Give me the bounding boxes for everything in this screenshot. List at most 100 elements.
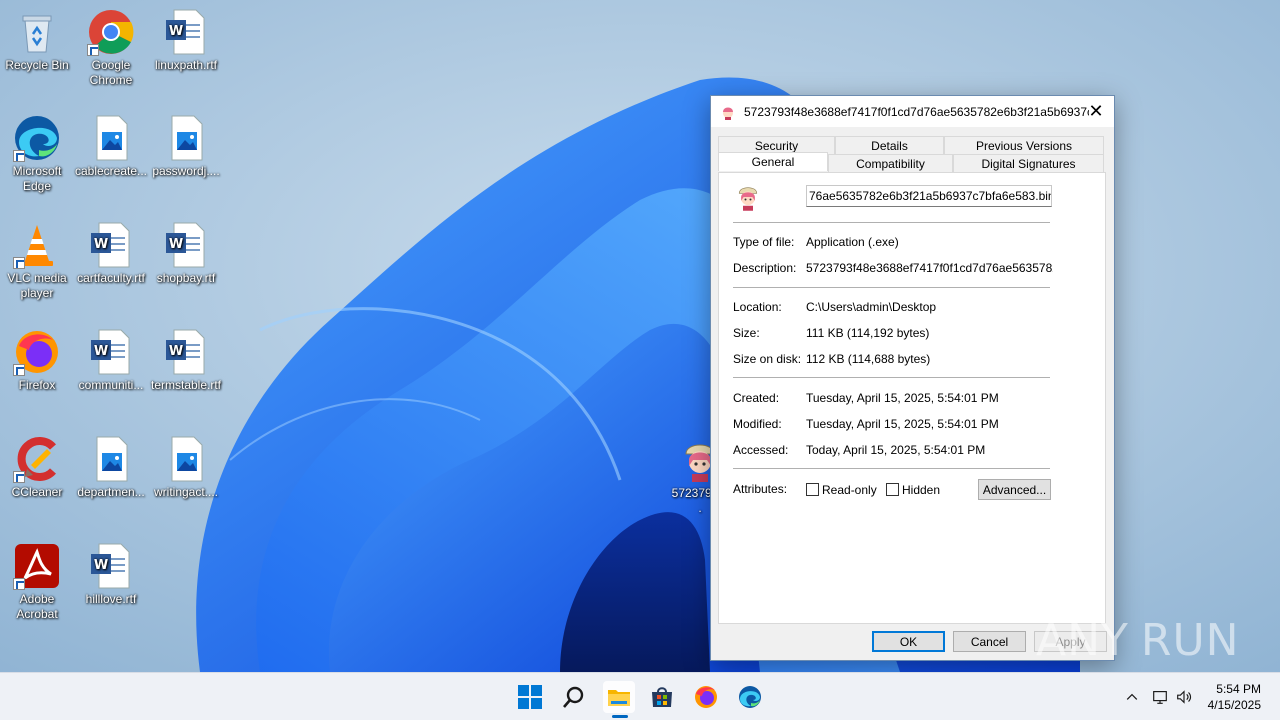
advanced-button[interactable]: Advanced... <box>978 479 1051 500</box>
filename-input[interactable]: 76ae5635782e6b3f21a5b6937c7bfa6e583.bin.… <box>806 185 1052 207</box>
word-document-icon: W <box>162 328 210 376</box>
file-explorer-button[interactable] <box>603 681 635 713</box>
search-icon <box>563 686 584 708</box>
word-document-icon: W <box>87 328 135 376</box>
desktop-icon-departmen[interactable]: departmen... <box>73 435 149 500</box>
watermark-text-left: ANY <box>1036 614 1129 666</box>
modified-label: Modified: <box>733 417 782 431</box>
desktop-icon-linuxpath[interactable]: W linuxpath.rtf <box>148 8 224 73</box>
svg-text:W: W <box>94 237 108 252</box>
desktop-icon-passwordj[interactable]: passwordj.... <box>148 114 224 179</box>
desktop-icon-label: VLC media player <box>7 271 67 300</box>
desktop-icon-recycle-bin[interactable]: Recycle Bin <box>0 8 75 73</box>
desktop-icon-label: cartfaculty.rtf <box>77 271 145 285</box>
description-value: 5723793f48e3688ef7417f0f1cd7d76ae5635782… <box>806 261 1053 275</box>
accessed-label: Accessed: <box>733 443 789 457</box>
close-icon: ✕ <box>1088 101 1104 121</box>
accessed-value: Today, April 15, 2025, 5:54:01 PM <box>806 443 986 457</box>
tab-general[interactable]: General <box>718 152 828 171</box>
firefox-button[interactable] <box>690 681 722 713</box>
edge-icon <box>13 114 61 162</box>
general-tab-panel: 76ae5635782e6b3f21a5b6937c7bfa6e583.bin.… <box>718 172 1106 624</box>
show-hidden-icons-button[interactable] <box>1122 687 1142 707</box>
start-icon <box>518 685 542 709</box>
desktop-icon-label: termstable.rtf <box>150 378 222 392</box>
ccleaner-icon <box>13 435 61 483</box>
readonly-label: Read-only <box>822 483 877 497</box>
created-label: Created: <box>733 391 780 405</box>
network-icon <box>1153 691 1167 704</box>
watermark-text-right: RUN <box>1140 614 1240 666</box>
type-of-file-value: Application (.exe) <box>806 235 899 249</box>
shortcut-arrow-icon <box>13 257 25 269</box>
svg-text:W: W <box>94 344 108 359</box>
desktop-icon-cartfaculty[interactable]: W cartfaculty.rtf <box>73 221 149 286</box>
start-button[interactable] <box>514 681 546 713</box>
size-label: Size: <box>733 326 760 340</box>
attributes-label: Attributes: <box>733 482 788 496</box>
desktop-icon-label: departmen... <box>77 485 145 499</box>
file-type-icon <box>738 187 758 211</box>
desktop-icon-microsoft-edge[interactable]: Microsoft Edge <box>0 114 75 194</box>
image-file-icon <box>87 114 135 162</box>
tab-row-bottom: General Compatibility Digital Signatures <box>718 152 1104 172</box>
desktop-icon-label: passwordj.... <box>152 164 220 178</box>
tab-previous-versions[interactable]: Previous Versions <box>944 136 1104 154</box>
store-icon <box>652 687 672 707</box>
separator <box>733 287 1050 288</box>
ok-button[interactable]: OK <box>872 631 945 652</box>
desktop-icon-ccleaner[interactable]: CCleaner <box>0 435 75 500</box>
svg-text:W: W <box>169 24 183 39</box>
desktop-icon-label: Firefox <box>18 378 56 392</box>
separator <box>733 222 1050 223</box>
search-button[interactable] <box>558 681 590 713</box>
image-file-icon <box>162 114 210 162</box>
close-button[interactable]: ✕ <box>1078 96 1114 127</box>
chrome-icon <box>87 8 135 56</box>
adobe-acrobat-icon <box>13 542 61 590</box>
edge-button[interactable] <box>734 681 766 713</box>
taskbar: 5:54 PM 4/15/2025 <box>0 672 1280 720</box>
desktop-icon-google-chrome[interactable]: Google Chrome <box>73 8 149 88</box>
tab-details[interactable]: Details <box>835 136 944 154</box>
svg-text:W: W <box>169 237 183 252</box>
file-properties-dialog[interactable]: 5723793f48e3688ef7417f0f1cd7d76ae5635782… <box>710 95 1115 661</box>
cancel-button[interactable]: Cancel <box>953 631 1026 652</box>
recycle-bin-icon <box>13 8 61 56</box>
dialog-titlebar[interactable]: 5723793f48e3688ef7417f0f1cd7d76ae5635782… <box>711 96 1114 127</box>
shortcut-arrow-icon <box>13 578 25 590</box>
created-value: Tuesday, April 15, 2025, 5:54:01 PM <box>806 391 999 405</box>
store-button[interactable] <box>646 681 678 713</box>
system-clock[interactable]: 5:54 PM 4/15/2025 <box>1208 681 1261 713</box>
desktop-icon-shopbay[interactable]: W shopbay.rtf <box>148 221 224 286</box>
desktop-icon-hilllove[interactable]: W hilllove.rtf <box>73 542 149 607</box>
desktop-icon-label: communiti... <box>78 378 144 392</box>
network-tray-button[interactable] <box>1150 687 1170 707</box>
hidden-checkbox[interactable] <box>886 483 899 496</box>
app-icon <box>723 107 733 120</box>
volume-tray-button[interactable] <box>1174 687 1194 707</box>
desktop-icon-label: hilllove.rtf <box>85 592 137 606</box>
shortcut-arrow-icon <box>87 44 99 56</box>
word-document-icon: W <box>87 542 135 590</box>
svg-text:W: W <box>94 558 108 573</box>
file-explorer-icon <box>608 690 630 706</box>
vlc-cone-icon <box>13 221 61 269</box>
desktop-icon-firefox[interactable]: Firefox <box>0 328 75 393</box>
desktop-icon-label: cablecreate... <box>74 164 148 178</box>
desktop-icon-communiti[interactable]: W communiti... <box>73 328 149 393</box>
description-label: Description: <box>733 261 797 275</box>
edge-icon <box>739 686 761 708</box>
image-file-icon <box>87 435 135 483</box>
desktop-icon-label: Google Chrome <box>89 58 133 87</box>
desktop-icon-adobe-acrobat[interactable]: Adobe Acrobat <box>0 542 75 622</box>
desktop-icon-vlc-media-player[interactable]: VLC media player <box>0 221 75 301</box>
tab-digital-signatures[interactable]: Digital Signatures <box>953 154 1104 172</box>
tab-compatibility[interactable]: Compatibility <box>828 154 953 172</box>
desktop-icon-writingact[interactable]: writingact.... <box>148 435 224 500</box>
anyrun-watermark: ANY RUN <box>1036 610 1239 670</box>
word-document-icon: W <box>87 221 135 269</box>
readonly-checkbox[interactable] <box>806 483 819 496</box>
desktop-icon-cablecreate[interactable]: cablecreate... <box>73 114 149 179</box>
desktop-icon-termstable[interactable]: W termstable.rtf <box>148 328 224 393</box>
